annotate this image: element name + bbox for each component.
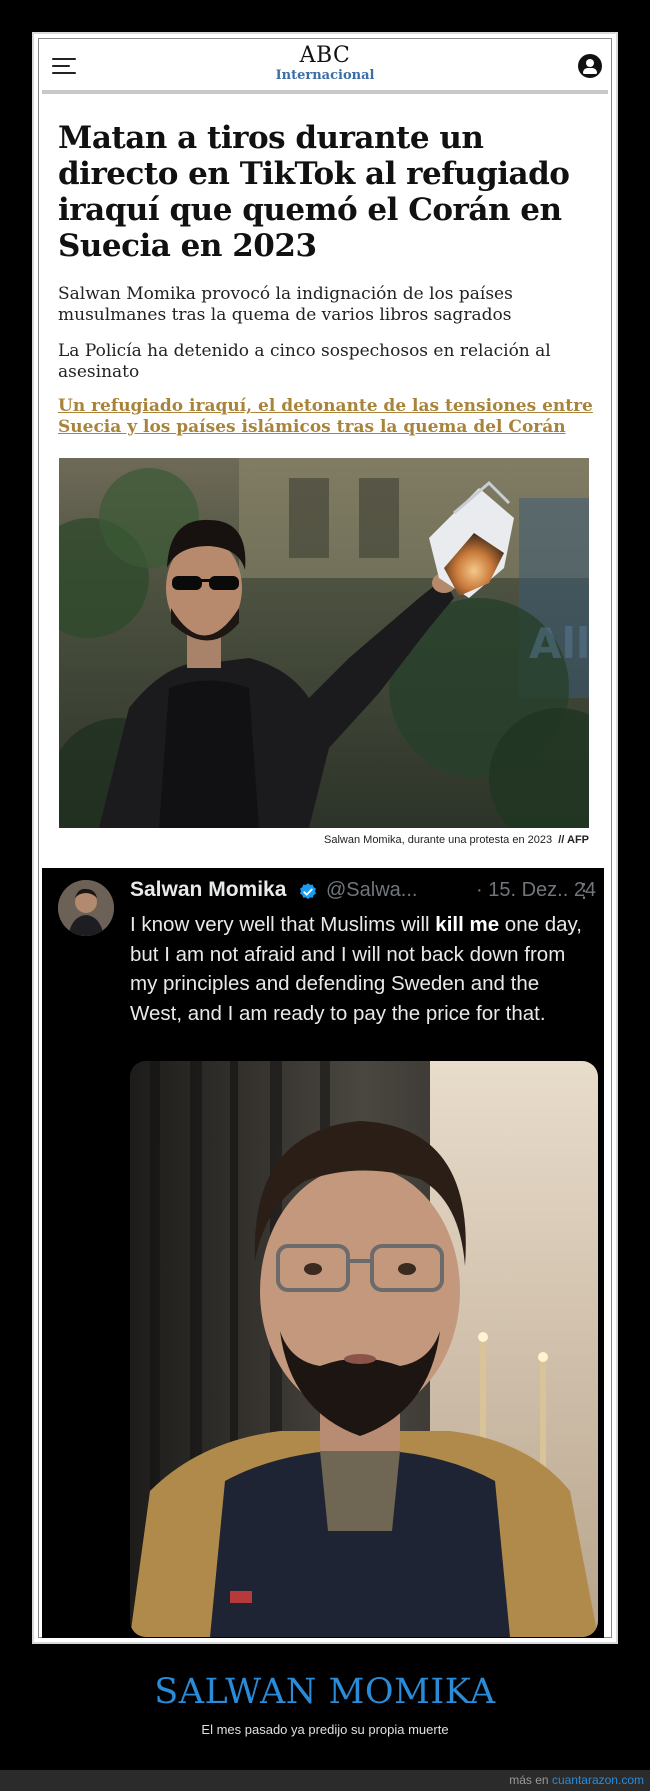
tweet-text: I know very well that Muslims will kill … [130, 910, 590, 1028]
caption-text: Salwan Momika, durante una protesta en 2… [324, 834, 553, 846]
photo-credit: // AFP [558, 834, 589, 846]
tweet-author-name[interactable]: Salwan Momika [130, 878, 286, 902]
selfie-photo-illustration [130, 1061, 598, 1637]
article-headline: Matan a tiros durante un directo en TikT… [58, 120, 570, 264]
tweet-text-bold: kill me [435, 913, 500, 936]
section-name: Internacional [275, 68, 375, 83]
photo-caption: Salwan Momika, durante una protesta en 2… [59, 834, 589, 846]
site-credit: más en cuantarazon.com [509, 1773, 644, 1787]
meme-title: SALWAN MOMIKA [154, 1672, 496, 1712]
header-divider [42, 90, 608, 94]
tweet-text-part-1: I know very well that Muslims will [130, 913, 436, 936]
meme-subtitle: El mes pasado ya predijo su propia muert… [201, 1722, 449, 1737]
site-header: ABC Internacional [42, 42, 608, 92]
account-icon[interactable] [578, 54, 602, 78]
article-subhead-1: Salwan Momika provocó la indignación de … [58, 284, 513, 325]
avatar-image [58, 880, 114, 936]
verified-badge-icon [300, 883, 316, 900]
site-footer-bar: más en cuantarazon.com [0, 1770, 650, 1791]
tweet-media-image[interactable] [130, 1061, 598, 1637]
article-photo: Alla [59, 458, 589, 828]
site-logo[interactable]: ABC Internacional [42, 44, 608, 84]
tweet-header: Salwan Momika @Salwa... · 15. Dez.. 24 ⋮ [130, 878, 600, 906]
more-options-icon[interactable]: ⋮ [574, 878, 594, 903]
svg-text:Alla: Alla [529, 619, 589, 668]
related-article-link[interactable]: Un refugiado iraquí, el detonante de las… [58, 396, 598, 438]
avatar[interactable] [58, 880, 114, 936]
tweet-handle[interactable]: @Salwa... [326, 879, 417, 902]
tweet-card[interactable]: Salwan Momika @Salwa... · 15. Dez.. 24 ⋮… [42, 868, 604, 1638]
brand-name: ABC [299, 43, 351, 68]
protest-photo-illustration: Alla [59, 458, 589, 828]
credit-prefix: más en [509, 1773, 552, 1787]
site-link[interactable]: cuantarazon.com [552, 1773, 644, 1787]
article-subhead-2: La Policía ha detenido a cinco sospechos… [58, 341, 551, 382]
